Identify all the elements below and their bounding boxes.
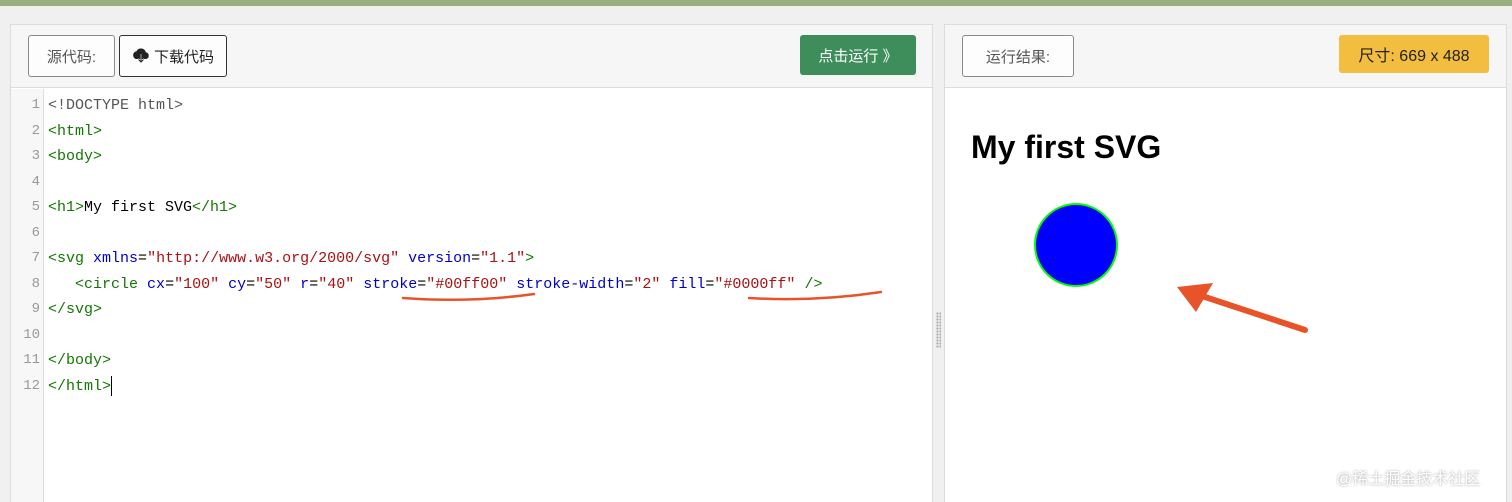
code-text: <html> <box>48 122 103 140</box>
line-number: 2 <box>31 122 40 139</box>
code-text: <circle cx="100" cy="50" r="40" stroke="… <box>75 275 823 293</box>
code-line[interactable]: 2 <html> <box>11 119 932 145</box>
preview-svg <box>1034 203 1118 287</box>
line-number: 8 <box>31 275 40 292</box>
line-number: 12 <box>23 377 40 394</box>
run-button[interactable]: 点击运行 》 <box>800 35 916 75</box>
code-text: <svg xmlns="http://www.w3.org/2000/svg" … <box>48 250 535 267</box>
download-code-label: 下载代码 <box>153 48 214 66</box>
cloud-download-icon <box>133 48 149 64</box>
code-text: <h1>My first SVG</h1> <box>48 199 238 216</box>
code-line[interactable]: 1 <!DOCTYPE html> <box>11 93 932 119</box>
size-badge: 尺寸: 669 x 488 <box>1339 35 1489 73</box>
code-line[interactable]: 12 </html> <box>11 374 932 400</box>
code-line[interactable]: 7 <svg xmlns="http://www.w3.org/2000/svg"… <box>11 246 932 272</box>
code-area[interactable]: 1 <!DOCTYPE html> 2 <html> 3 <body> 4 5 <h1>My f… <box>11 93 932 399</box>
line-number: 6 <box>31 224 40 241</box>
line-number: 7 <box>31 250 40 266</box>
top-strip <box>0 0 1512 6</box>
line-number: 10 <box>23 326 40 343</box>
editor-toolbar: 源代码: 下载代码 点击运行 》 <box>11 25 932 88</box>
code-text: <!DOCTYPE html> <box>48 97 184 114</box>
code-text: </body> <box>48 352 112 369</box>
code-line[interactable]: 8 <circle cx="100" cy="50" r="40" stroke… <box>11 272 932 298</box>
preview-circle <box>1034 203 1118 287</box>
line-number: 1 <box>31 97 40 113</box>
code-line[interactable]: 11 </body> <box>11 348 932 374</box>
line-number: 3 <box>31 148 40 164</box>
line-number: 4 <box>31 173 40 190</box>
preview-heading: My first SVG <box>971 129 1162 165</box>
code-line[interactable]: 4 <box>11 170 932 196</box>
result-panel: 运行结果: 尺寸: 669 x 488 My first SVG <box>944 24 1507 502</box>
source-code-label: 源代码: <box>28 35 115 77</box>
code-text: </svg> <box>48 301 103 318</box>
result-label: 运行结果: <box>962 35 1074 77</box>
result-toolbar: 运行结果: 尺寸: 669 x 488 <box>945 25 1506 88</box>
code-line[interactable]: 5 <h1>My first SVG</h1> <box>11 195 932 221</box>
watermark: @稀土掘金技术社区 <box>1336 471 1481 488</box>
download-code-button[interactable]: 下载代码 <box>119 35 227 77</box>
code-line[interactable]: 9 </svg> <box>11 297 932 323</box>
line-number: 11 <box>23 352 40 368</box>
code-line[interactable]: 3 <body> <box>11 144 932 170</box>
code-text: <body> <box>48 148 103 165</box>
code-editor-panel: 源代码: 下载代码 点击运行 》 1 <!DOCTYPE html> 2 <html>… <box>10 24 933 502</box>
code-line[interactable]: 10 <box>11 323 932 349</box>
line-number: 5 <box>31 199 40 215</box>
code-text: </html> <box>48 375 113 396</box>
line-number: 9 <box>31 301 40 317</box>
resize-handle[interactable] <box>936 312 941 348</box>
code-line[interactable]: 6 <box>11 221 932 247</box>
